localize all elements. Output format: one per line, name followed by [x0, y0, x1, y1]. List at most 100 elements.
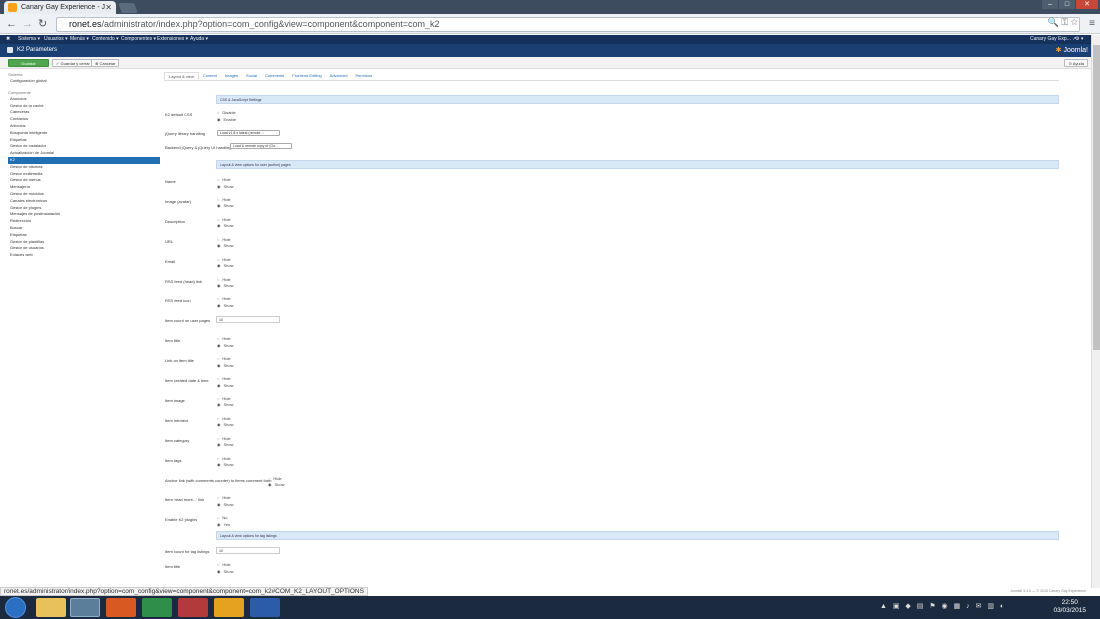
- joomla-menu-icon[interactable]: ✖: [6, 35, 10, 44]
- help-button[interactable]: ⊙ Ayuda: [1064, 59, 1088, 67]
- radio-option[interactable]: Show: [217, 184, 234, 191]
- number-input[interactable]: 10: [216, 316, 280, 324]
- radio-option[interactable]: Show: [217, 502, 234, 509]
- sidebar-item[interactable]: Artículos: [8, 123, 160, 130]
- filezilla-icon[interactable]: [142, 598, 172, 617]
- firefox-icon[interactable]: [106, 598, 136, 617]
- sidebar-item[interactable]: Búsqueda inteligente: [8, 130, 160, 137]
- sidebar-item[interactable]: Gestor de la caché: [8, 103, 160, 110]
- section-tag-listings: Layout & view options for tag listings: [216, 531, 1059, 540]
- sidebar-item[interactable]: K2: [8, 156, 160, 164]
- page-scrollbar[interactable]: [1091, 35, 1100, 588]
- settings-tab[interactable]: Social: [242, 72, 261, 80]
- radio-option[interactable]: Show: [217, 203, 234, 210]
- new-tab-button[interactable]: [118, 3, 138, 13]
- sidebar-item[interactable]: Contactos: [8, 116, 160, 123]
- radio-option[interactable]: Show: [217, 569, 234, 576]
- radio-option[interactable]: Show: [217, 383, 234, 390]
- radio-option[interactable]: Show: [217, 263, 234, 270]
- clock[interactable]: 22:50 03/03/2015: [1053, 599, 1086, 615]
- minimize-button[interactable]: –: [1042, 0, 1058, 9]
- radio-option[interactable]: Show: [217, 303, 234, 310]
- number-input[interactable]: 10: [216, 547, 280, 554]
- sidebar-item[interactable]: Gestor de plantillas: [8, 239, 160, 246]
- start-button[interactable]: [5, 597, 26, 618]
- sidebar-item[interactable]: Gestor de instalador: [8, 143, 160, 150]
- bookmark-star-icon[interactable]: 🔍 ⚿ ☆: [1048, 17, 1078, 28]
- menu-icon[interactable]: ≡: [1089, 18, 1095, 29]
- sidebar-item[interactable]: Gestor de usuarios: [8, 245, 160, 252]
- settings-tab[interactable]: Advanced: [326, 72, 352, 80]
- radio-option[interactable]: Show: [217, 442, 234, 449]
- tab-title: Canary Gay Experience - J: [21, 4, 106, 11]
- menu-ayuda[interactable]: Ayuda ▾: [190, 35, 208, 44]
- sidebar-item[interactable]: Etiquetas: [8, 137, 160, 144]
- menu-componentes[interactable]: Componentes ▾: [121, 35, 156, 44]
- radio-option[interactable]: Show: [217, 283, 234, 290]
- sidebar-item[interactable]: Anuncios: [8, 96, 160, 103]
- forward-icon[interactable]: →: [22, 17, 33, 31]
- sidebar-item[interactable]: Redirección: [8, 218, 160, 225]
- radio-option[interactable]: Enable: [217, 117, 236, 124]
- jquery-select[interactable]: Load v1.8.x latest (remote ...: [217, 130, 280, 136]
- radio-option[interactable]: Yes: [217, 522, 231, 529]
- sidebar-item-global-config[interactable]: Configuración global: [8, 78, 160, 85]
- field-label: Item tags: [165, 457, 182, 463]
- settings-tab[interactable]: Frontend Editing: [288, 72, 325, 80]
- radio-option[interactable]: Show: [268, 482, 285, 489]
- radio-option[interactable]: Show: [217, 223, 234, 230]
- scrollbar-thumb[interactable]: [1093, 45, 1100, 350]
- sidebar-item[interactable]: Etiquetas: [8, 232, 160, 239]
- word-icon[interactable]: [250, 598, 280, 617]
- menu-sistema[interactable]: Sistema ▾: [18, 35, 40, 44]
- radio-option[interactable]: Show: [217, 343, 234, 350]
- settings-tab[interactable]: Permisos: [351, 72, 376, 80]
- site-name-link[interactable]: Canary Gay Exp... ↗: [1030, 35, 1076, 44]
- radio-option[interactable]: Show: [217, 363, 234, 370]
- sidebar-item[interactable]: Gestor multimedia: [8, 171, 160, 178]
- menu-extensiones[interactable]: Extensiones ▾: [157, 35, 188, 44]
- sidebar-item[interactable]: Gestor de idiomas: [8, 164, 160, 171]
- close-window-button[interactable]: ✕: [1076, 0, 1098, 9]
- radio-option[interactable]: Disable: [217, 110, 236, 117]
- settings-tab[interactable]: Comments: [261, 72, 288, 80]
- sidebar-item[interactable]: Buscar: [8, 225, 160, 232]
- sidebar-item[interactable]: Mensajería: [8, 184, 160, 191]
- cancel-button[interactable]: ⊗ Cancelar: [91, 59, 120, 67]
- sidebar-item[interactable]: Canales electrónicos: [8, 198, 160, 205]
- settings-tab[interactable]: Content: [199, 72, 221, 80]
- menu-contenido[interactable]: Contenido ▾: [92, 35, 119, 44]
- radio-option[interactable]: Show: [217, 422, 234, 429]
- system-tray-icons[interactable]: ▲ ▣ ◆ ▤ ⚑ ◉ ▦ ♪ ✉ ▥ ◐: [880, 602, 1006, 610]
- explorer-icon[interactable]: [36, 598, 66, 617]
- tab-close-icon[interactable]: ✕: [105, 1, 112, 14]
- user-menu-icon[interactable]: ⚙ ▾: [1075, 35, 1083, 44]
- sidebar-item[interactable]: Mensajes de postinstalación: [8, 211, 160, 218]
- url-bar[interactable]: ronet.es/administrator/index.php?option=…: [56, 17, 1080, 32]
- outlook-icon[interactable]: [214, 598, 244, 617]
- backend-jquery-select[interactable]: Load & remote copy of (Go...: [230, 143, 292, 149]
- back-icon[interactable]: ←: [6, 17, 17, 31]
- reload-icon[interactable]: ↻: [38, 17, 47, 31]
- browser-tab[interactable]: Canary Gay Experience - J ✕: [4, 1, 116, 14]
- radio-option[interactable]: Show: [217, 462, 234, 469]
- radio-option[interactable]: Show: [217, 402, 234, 409]
- settings-tab[interactable]: Layout & view: [164, 72, 199, 80]
- sidebar-item[interactable]: Gestor de plugins: [8, 205, 160, 212]
- radio-group: HideShow: [217, 177, 234, 191]
- sidebar-item[interactable]: Cabeceras: [8, 109, 160, 116]
- menu-menus[interactable]: Menús ▾: [70, 35, 89, 44]
- app-icon[interactable]: [178, 598, 208, 617]
- maximize-button[interactable]: □: [1059, 0, 1075, 9]
- sidebar-item[interactable]: Actualización de Joomla!: [8, 150, 160, 157]
- menu-usuarios[interactable]: Usuarios ▾: [44, 35, 68, 44]
- radio-option[interactable]: Show: [217, 243, 234, 250]
- sidebar-item[interactable]: Enlaces web: [8, 252, 160, 259]
- save-button[interactable]: Guardar: [8, 59, 49, 67]
- browser-titlebar: Canary Gay Experience - J ✕ – □ ✕: [0, 0, 1100, 14]
- chrome-icon[interactable]: [70, 598, 100, 617]
- save-close-button[interactable]: ✓ Guardar y cerrar: [52, 59, 94, 67]
- sidebar-item[interactable]: Gestor de menús: [8, 177, 160, 184]
- settings-tab[interactable]: Images: [221, 72, 242, 80]
- sidebar-item[interactable]: Gestor de módulos: [8, 191, 160, 198]
